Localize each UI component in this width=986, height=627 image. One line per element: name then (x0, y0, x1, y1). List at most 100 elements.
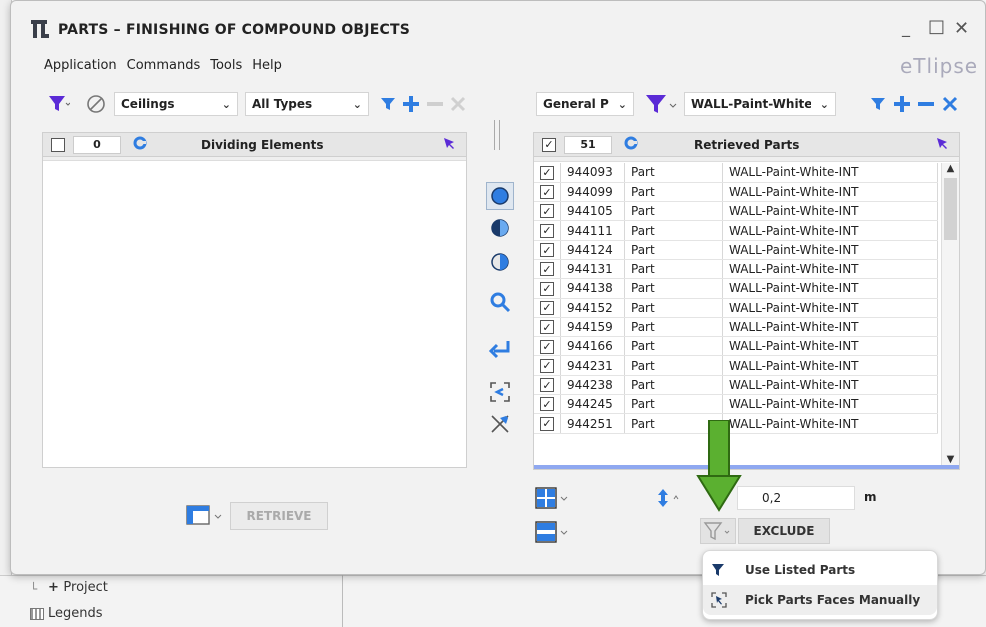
cell-id: 944152 (560, 298, 625, 318)
row-checkbox-cell: ✓ (534, 201, 561, 222)
row-checkbox[interactable]: ✓ (540, 320, 554, 335)
refresh-icon[interactable] (624, 136, 638, 153)
row-checkbox[interactable]: ✓ (540, 204, 554, 219)
refresh-icon[interactable] (133, 136, 147, 153)
tree-item-project[interactable]: + Project (48, 580, 108, 595)
table-row[interactable]: ✓ 944159 Part WALL-Paint-White-INT (534, 317, 938, 338)
offset-direction-button[interactable] (652, 486, 686, 510)
clear-button-right[interactable] (938, 92, 962, 116)
cell-name: WALL-Paint-White-INT (722, 220, 938, 241)
category-select[interactable]: Ceilings ⌄ (114, 92, 238, 116)
offset-input[interactable]: 0,2 (737, 486, 855, 510)
menu-item-label: Pick Parts Faces Manually (745, 593, 921, 607)
select-all-checkbox[interactable] (51, 137, 65, 152)
cell-name: WALL-Paint-White-INT (722, 394, 938, 415)
table-row[interactable]: ✓ 944124 Part WALL-Paint-White-INT (534, 240, 938, 260)
table-row[interactable]: ✓ 944231 Part WALL-Paint-White-INT (534, 355, 938, 376)
splitter[interactable] (494, 120, 500, 150)
filter-button[interactable] (376, 92, 400, 116)
cell-id: 944138 (560, 278, 625, 299)
table-row[interactable]: ✓ 944093 Part WALL-Paint-White-INT (534, 163, 938, 183)
value-select[interactable]: WALL-Paint-White-INT ⌄ (684, 92, 836, 116)
cell-id: 944111 (560, 220, 625, 241)
row-layout-button[interactable] (533, 519, 573, 545)
menu-tools[interactable]: Tools (210, 58, 242, 73)
cell-name: WALL-Paint-White-INT (722, 413, 938, 434)
project-label: Project (63, 580, 108, 595)
retrieve-button[interactable]: RETRIEVE (230, 502, 328, 530)
layout-dropdown-button[interactable] (182, 503, 228, 527)
scrollbar[interactable]: ▲ ▼ (941, 163, 959, 465)
row-checkbox[interactable]: ✓ (540, 223, 554, 238)
unpin-button[interactable] (486, 410, 514, 438)
cell-type: Part (624, 336, 723, 357)
add-button-right[interactable] (890, 92, 914, 116)
circle-left-button[interactable] (486, 214, 514, 242)
count-field: 0 (73, 135, 121, 154)
row-checkbox[interactable]: ✓ (540, 262, 554, 277)
remove-button-right[interactable] (914, 92, 938, 116)
table-row[interactable]: ✓ 944131 Part WALL-Paint-White-INT (534, 259, 938, 280)
row-checkbox[interactable]: ✓ (540, 358, 554, 373)
menu-application[interactable]: Application (44, 58, 117, 73)
table-row[interactable]: ✓ 944152 Part WALL-Paint-White-INT (534, 298, 938, 318)
pick-button[interactable] (486, 378, 514, 406)
cell-type: Part (624, 355, 723, 376)
return-button[interactable] (486, 336, 514, 364)
row-checkbox[interactable]: ✓ (540, 416, 554, 431)
row-checkbox[interactable]: ✓ (540, 165, 554, 180)
minimize-button[interactable]: _ (902, 18, 910, 37)
circle-full-button[interactable] (486, 182, 514, 210)
tree-item-legends[interactable]: Legends (30, 606, 103, 621)
row-checkbox[interactable]: ✓ (540, 397, 554, 412)
row-checkbox-cell: ✓ (534, 298, 561, 318)
remove-button[interactable] (423, 92, 447, 116)
exclude-mode-dropdown[interactable] (700, 518, 736, 544)
scroll-thumb[interactable] (944, 178, 957, 240)
circle-right-button[interactable] (486, 248, 514, 276)
filter-dropdown-button-right[interactable] (642, 92, 680, 116)
menu-commands[interactable]: Commands (127, 58, 201, 73)
table-row[interactable]: ✓ 944238 Part WALL-Paint-White-INT (534, 375, 938, 396)
filter-outline-icon (703, 522, 730, 541)
grid-layout-button[interactable] (533, 485, 573, 511)
table-row[interactable]: ✓ 944099 Part WALL-Paint-White-INT (534, 182, 938, 203)
pin-cross-icon (491, 415, 509, 433)
row-checkbox[interactable]: ✓ (540, 281, 554, 296)
table-row[interactable]: ✓ 944111 Part WALL-Paint-White-INT (534, 220, 938, 241)
row-checkbox-cell: ✓ (534, 220, 561, 241)
row-checkbox[interactable]: ✓ (540, 243, 554, 258)
row-checkbox[interactable]: ✓ (540, 300, 554, 315)
no-selection-icon[interactable] (84, 92, 108, 116)
zoom-button[interactable] (486, 288, 514, 316)
close-button[interactable]: ✕ (954, 18, 969, 39)
add-button[interactable] (399, 92, 423, 116)
row-checkbox[interactable]: ✓ (540, 339, 554, 354)
parameter-select[interactable]: General P ⌄ (536, 92, 634, 116)
row-checkbox[interactable]: ✓ (540, 378, 554, 393)
table-row[interactable]: ✓ 944166 Part WALL-Paint-White-INT (534, 336, 938, 357)
right-panel-header: ✓ 51 Retrieved Parts (534, 133, 959, 157)
table-row[interactable]: ✓ 944105 Part WALL-Paint-White-INT (534, 201, 938, 222)
scroll-down-icon[interactable]: ▼ (942, 454, 959, 465)
menu-item-use-listed-parts[interactable]: Use Listed Parts (703, 555, 937, 585)
filter-button-right[interactable] (866, 92, 890, 116)
menu-item-pick-faces-manually[interactable]: Pick Parts Faces Manually (703, 585, 937, 615)
menu-help[interactable]: Help (252, 58, 282, 73)
menu-item-label: Use Listed Parts (745, 563, 856, 577)
table-row[interactable]: ✓ 944138 Part WALL-Paint-White-INT (534, 278, 938, 299)
select-cursor-icon[interactable] (442, 136, 456, 153)
clear-button[interactable] (446, 92, 470, 116)
scroll-up-icon[interactable]: ▲ (942, 163, 959, 174)
cell-type: Part (624, 394, 723, 415)
row-checkbox[interactable]: ✓ (540, 185, 554, 200)
exclude-button[interactable]: EXCLUDE (738, 518, 830, 544)
select-all-checkbox[interactable]: ✓ (542, 137, 556, 152)
count-field: 51 (564, 135, 612, 154)
maximize-button[interactable]: □ (928, 16, 945, 37)
select-cursor-icon[interactable] (935, 136, 949, 153)
filter-icon (381, 98, 395, 110)
filter-dropdown-button[interactable] (44, 92, 74, 116)
table-row[interactable]: ✓ 944245 Part WALL-Paint-White-INT (534, 394, 938, 415)
type-select[interactable]: All Types ⌄ (245, 92, 369, 116)
